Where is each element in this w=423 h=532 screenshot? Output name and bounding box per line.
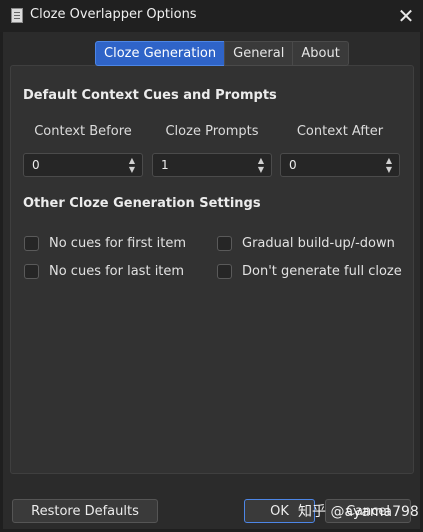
cloze-prompts-spinbox[interactable]: 1 ▲ ▼ bbox=[152, 153, 272, 177]
context-after-spinbox[interactable]: 0 ▲ ▼ bbox=[280, 153, 400, 177]
spin-arrows[interactable]: ▲ ▼ bbox=[256, 155, 266, 175]
checkbox-gradual-build-up[interactable]: Gradual build-up/-down bbox=[217, 236, 395, 251]
checkbox-box[interactable] bbox=[24, 236, 39, 251]
checkbox-label: Don't generate full cloze bbox=[242, 264, 402, 279]
checkbox-box[interactable] bbox=[24, 264, 39, 279]
dialog-body: Default Context Cues and Prompts Context… bbox=[3, 32, 420, 529]
checkbox-label: No cues for last item bbox=[49, 264, 185, 279]
spin-up-icon[interactable]: ▲ bbox=[256, 156, 266, 165]
context-before-value: 0 bbox=[32, 158, 40, 172]
tab-bar: Cloze Generation General About bbox=[95, 41, 349, 66]
tab-cloze-generation[interactable]: Cloze Generation bbox=[95, 41, 226, 66]
spin-down-icon[interactable]: ▼ bbox=[384, 165, 394, 174]
spin-up-icon[interactable]: ▲ bbox=[127, 156, 137, 165]
tab-panel-cloze-generation: Default Context Cues and Prompts Context… bbox=[10, 65, 414, 474]
cloze-prompts-value: 1 bbox=[161, 158, 169, 172]
context-section-title: Default Context Cues and Prompts bbox=[23, 88, 277, 103]
spin-down-icon[interactable]: ▼ bbox=[127, 165, 137, 174]
spin-up-icon[interactable]: ▲ bbox=[384, 156, 394, 165]
checkbox-no-cues-first[interactable]: No cues for first item bbox=[24, 236, 186, 251]
other-section-title: Other Cloze Generation Settings bbox=[23, 196, 261, 211]
spin-down-icon[interactable]: ▼ bbox=[256, 165, 266, 174]
spin-arrows[interactable]: ▲ ▼ bbox=[127, 155, 137, 175]
ok-button[interactable]: OK bbox=[244, 499, 315, 523]
cancel-button[interactable]: Cancel bbox=[325, 499, 411, 523]
restore-defaults-button[interactable]: Restore Defaults bbox=[12, 499, 158, 523]
app-document-icon bbox=[11, 8, 23, 23]
title-bar: Cloze Overlapper Options ✕ bbox=[0, 0, 423, 32]
context-before-label: Context Before bbox=[34, 124, 132, 139]
checkbox-no-cues-last[interactable]: No cues for last item bbox=[24, 264, 184, 279]
checkbox-box[interactable] bbox=[217, 236, 232, 251]
checkbox-label: Gradual build-up/-down bbox=[242, 236, 395, 251]
checkbox-no-full-cloze[interactable]: Don't generate full cloze bbox=[217, 264, 402, 279]
spin-arrows[interactable]: ▲ ▼ bbox=[384, 155, 394, 175]
cloze-prompts-label: Cloze Prompts bbox=[165, 124, 259, 139]
context-after-value: 0 bbox=[289, 158, 297, 172]
context-before-spinbox[interactable]: 0 ▲ ▼ bbox=[23, 153, 143, 177]
tab-general[interactable]: General bbox=[224, 41, 294, 66]
close-button[interactable]: ✕ bbox=[392, 2, 420, 30]
tab-about[interactable]: About bbox=[292, 41, 349, 66]
checkbox-label: No cues for first item bbox=[49, 236, 187, 251]
checkbox-box[interactable] bbox=[217, 264, 232, 279]
window-title: Cloze Overlapper Options bbox=[30, 7, 197, 22]
context-after-label: Context After bbox=[296, 124, 384, 139]
